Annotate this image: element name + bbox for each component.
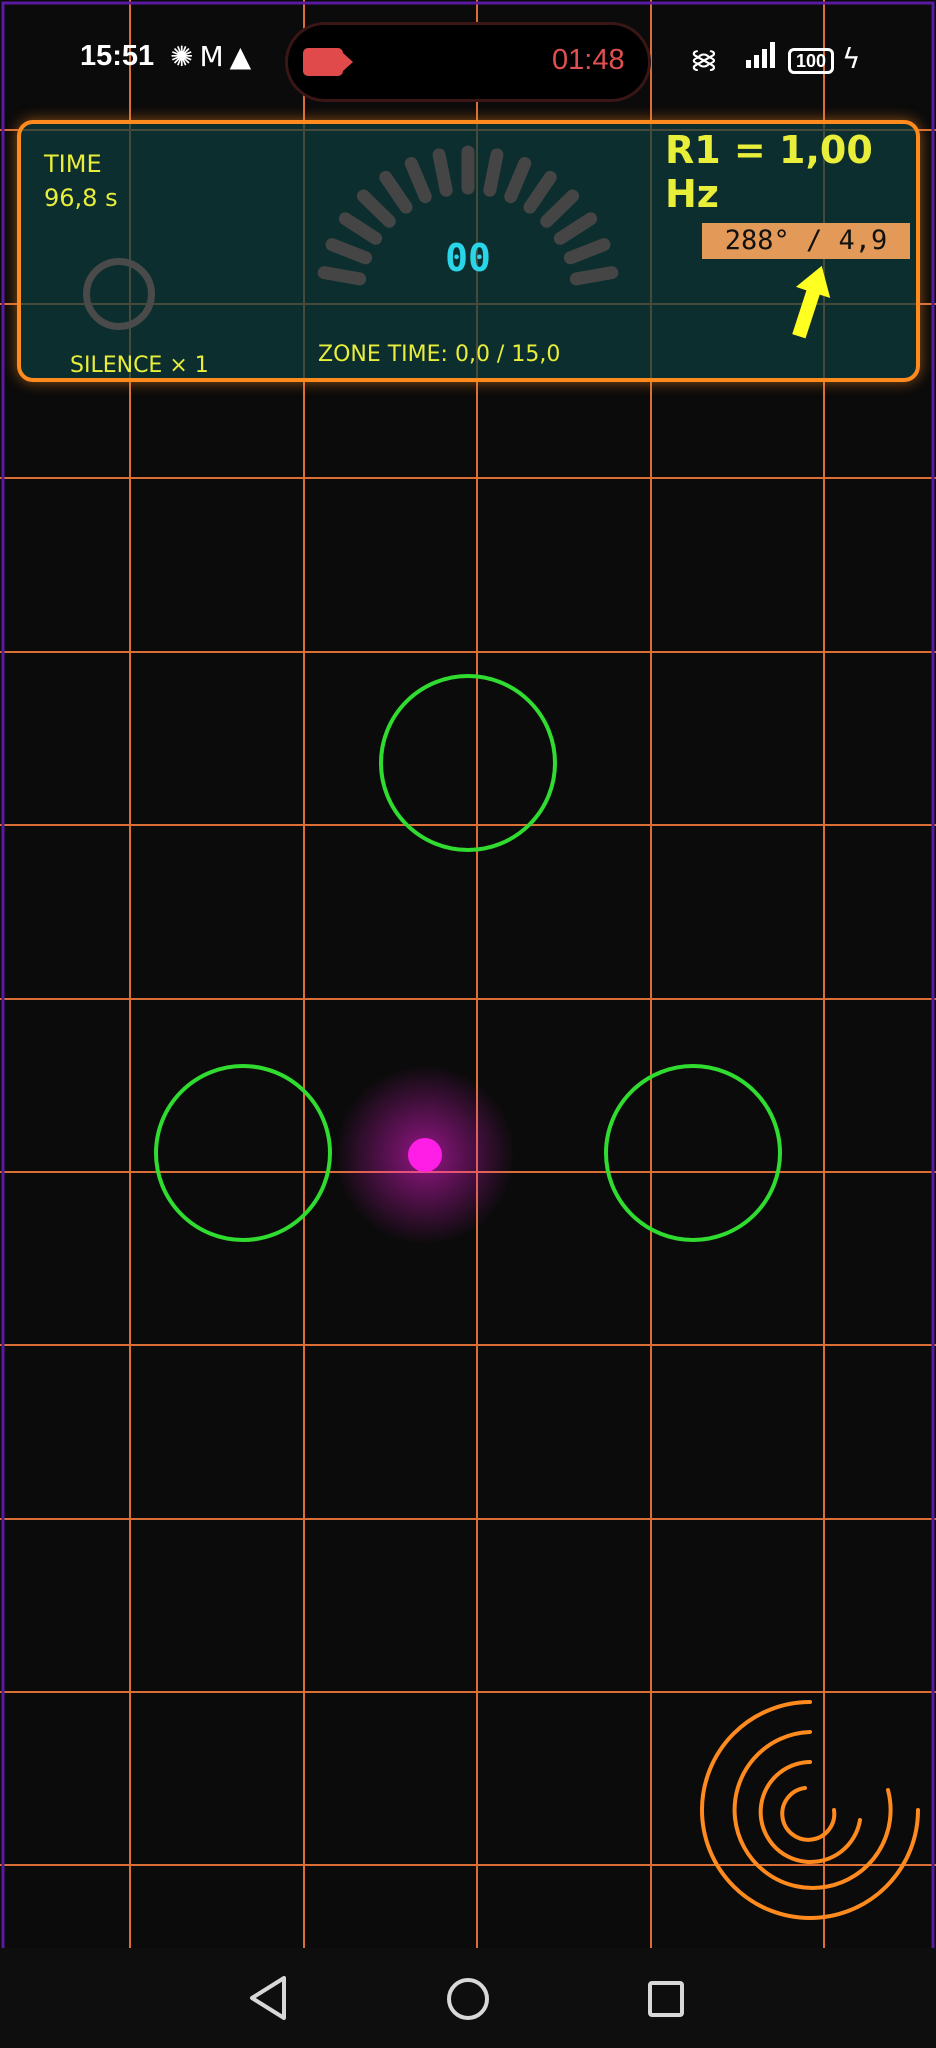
home-icon[interactable] <box>446 1977 490 2021</box>
recents-icon[interactable] <box>647 1980 685 2018</box>
player-dot[interactable] <box>408 1138 442 1172</box>
back-icon[interactable] <box>248 1975 288 2021</box>
target-ring-top[interactable] <box>379 674 557 852</box>
target-ring-left[interactable] <box>154 1064 332 1242</box>
radar-spiral-icon[interactable] <box>680 1680 936 1940</box>
target-ring-right[interactable] <box>604 1064 782 1242</box>
